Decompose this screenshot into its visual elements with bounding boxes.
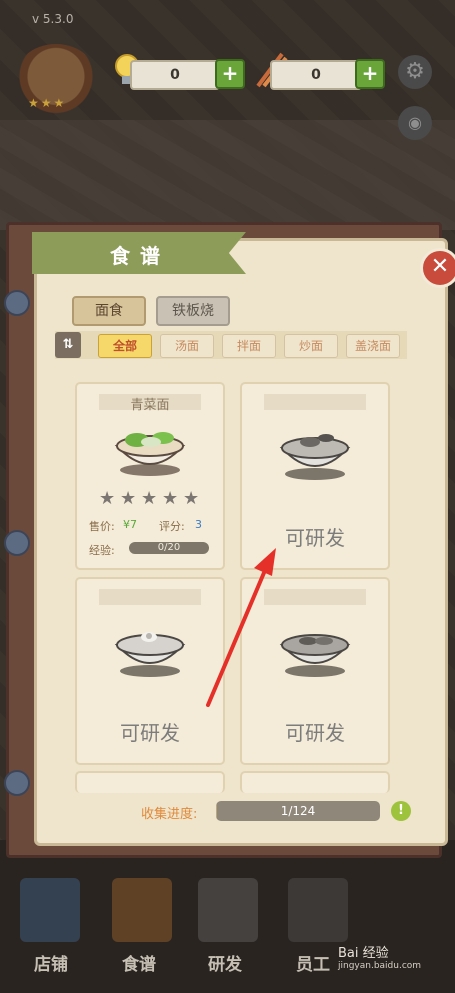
tab-noodles[interactable]: 面食 [72, 296, 146, 326]
filter-mixed-noodles[interactable]: 拌面 [222, 334, 276, 358]
recipe-card-locked[interactable]: 可研发 [75, 577, 225, 765]
research-available-label: 可研发 [285, 721, 345, 745]
recipe-card-partial [240, 771, 390, 793]
tab-teppanyaki[interactable]: 铁板烧 [156, 296, 230, 326]
rank-stars-icon: ★★★ [28, 96, 67, 110]
filter-soup-noodles[interactable]: 汤面 [160, 334, 214, 358]
recipe-stars: ★ ★ ★ ★ ★ [99, 490, 201, 508]
binder-ring [4, 770, 30, 796]
card-name-bar [264, 589, 366, 605]
restaurant-floor [0, 120, 455, 230]
green-veg-noodle-bowl-icon [114, 432, 186, 476]
nav-research[interactable]: 研发 [208, 950, 242, 975]
chopsticks-display: 0 [270, 60, 362, 90]
chopsticks-value: 0 [311, 67, 321, 83]
locked-noodle-bowl-icon [279, 434, 351, 480]
recipe-card-locked[interactable]: 可研发 [240, 577, 390, 765]
recipe-card-green-veg-noodles[interactable]: 青菜面 ★ ★ ★ ★ ★ 售价: ¥7 评分: 3 经验: 0/20 [75, 382, 225, 570]
card-name-bar [264, 394, 366, 410]
star-icon: ★ [99, 488, 116, 509]
cooking-pot-icon [198, 878, 258, 942]
locked-noodle-bowl-icon [114, 632, 186, 677]
restaurant-rank-badge[interactable]: ★★★ [14, 44, 98, 116]
recipe-card-partial [75, 771, 225, 793]
recipe-name: 青菜面 [130, 398, 170, 413]
rating-label: 评分: [159, 520, 185, 533]
camera-icon[interactable]: ◉ [398, 106, 432, 140]
price-label: 售价: [89, 520, 115, 533]
star-icon: ★ [183, 488, 200, 509]
exp-label: 经验: [89, 544, 115, 557]
shop-icon [20, 878, 80, 942]
watermark-text: Bai 经验 [338, 946, 389, 961]
collection-progress-label: 收集进度: [141, 807, 198, 822]
idea-points-value: 0 [170, 67, 180, 83]
gear-icon[interactable]: ⚙ [398, 55, 432, 89]
watermark: Bai 经验 jingyan.baidu.com [338, 942, 421, 971]
research-available-label: 可研发 [285, 526, 345, 550]
recipe-card-locked[interactable]: 可研发 [240, 382, 390, 570]
star-icon: ★ [141, 488, 158, 509]
recipe-title-banner: 食谱 [32, 232, 246, 274]
add-chopsticks-button[interactable]: + [355, 59, 385, 89]
star-icon: ★ [120, 488, 137, 509]
staff-icon [288, 878, 348, 942]
binder-ring [4, 290, 30, 316]
recipe-book-icon [112, 878, 172, 942]
rating-value: 3 [195, 518, 202, 531]
exp-progress-bar: 0/20 [129, 542, 209, 554]
nav-shop[interactable]: 店铺 [34, 950, 68, 975]
nav-staff[interactable]: 员工 [296, 950, 330, 975]
collection-progress-value: 1/124 [280, 804, 316, 818]
recipe-title: 食谱 [110, 244, 170, 268]
locked-noodle-bowl-icon [279, 634, 351, 677]
sort-icon[interactable]: ⇅ [55, 332, 81, 358]
add-idea-points-button[interactable]: + [215, 59, 245, 89]
hint-icon[interactable]: ! [391, 801, 411, 821]
close-button[interactable]: ✕ [420, 248, 455, 288]
research-available-label: 可研发 [120, 721, 180, 745]
nav-recipes[interactable]: 食谱 [122, 950, 156, 975]
version-label: v 5.3.0 [32, 12, 74, 26]
idea-points-display: 0 [130, 60, 220, 90]
filter-topped-noodles[interactable]: 盖浇面 [346, 334, 400, 358]
binder-ring [4, 530, 30, 556]
watermark-sub: jingyan.baidu.com [338, 961, 422, 971]
card-name-bar [99, 589, 201, 605]
filter-all[interactable]: 全部 [98, 334, 152, 358]
filter-fried-noodles[interactable]: 炒面 [284, 334, 338, 358]
price-value: ¥7 [123, 518, 137, 531]
star-icon: ★ [162, 488, 179, 509]
collection-progress-bar: 1/124 [216, 801, 380, 821]
